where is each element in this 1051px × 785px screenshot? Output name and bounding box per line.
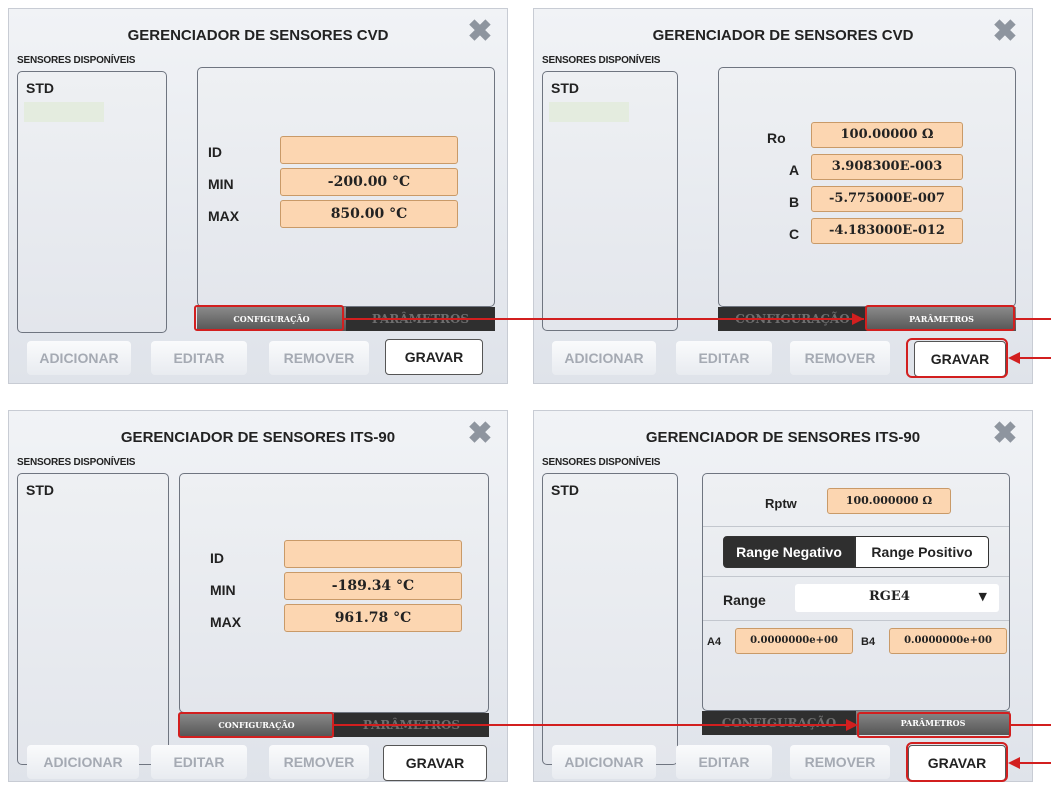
max-field[interactable]: 961.78 °C — [284, 604, 462, 632]
id-field[interactable] — [284, 540, 462, 568]
arrow-head-icon — [1008, 757, 1020, 769]
add-button[interactable]: ADICIONAR — [27, 745, 139, 779]
close-icon[interactable]: ✖ — [467, 17, 493, 47]
b-field[interactable]: -5.775000E-007 — [811, 186, 963, 212]
ro-field[interactable]: 100.00000 Ω — [811, 122, 963, 148]
arrow-head-icon — [846, 719, 858, 731]
close-icon[interactable]: ✖ — [992, 419, 1018, 449]
annotation-line — [1015, 318, 1051, 320]
range-negative-button[interactable]: Range Negativo — [723, 536, 855, 568]
close-icon[interactable]: ✖ — [467, 419, 493, 449]
c-label: C — [789, 226, 800, 242]
remove-button[interactable]: REMOVER — [790, 341, 890, 375]
tab-configuracao[interactable]: CONFIGURAÇÃO — [702, 711, 856, 735]
tab-configuracao[interactable]: CONFIGURAÇÃO — [179, 713, 334, 737]
range-label: Range — [723, 592, 766, 608]
divider — [703, 620, 1009, 621]
list-item[interactable]: STD — [26, 80, 54, 96]
list-selection-bg — [24, 102, 104, 122]
content-area: ID MIN -189.34 °C MAX 961.78 °C — [179, 473, 489, 713]
arrow-head-icon — [852, 313, 864, 325]
id-label: ID — [208, 144, 222, 160]
a-field[interactable]: 3.908300E-003 — [811, 154, 963, 180]
b-label: B — [789, 194, 800, 210]
a-label: A — [789, 162, 800, 178]
sensor-list[interactable]: STD — [17, 71, 167, 333]
remove-button[interactable]: REMOVER — [790, 745, 890, 779]
add-button[interactable]: ADICIONAR — [552, 745, 656, 779]
remove-button[interactable]: REMOVER — [269, 341, 369, 375]
annotation-line — [1011, 724, 1051, 726]
id-field[interactable] — [280, 136, 458, 164]
b4-label: B4 — [861, 636, 876, 648]
list-heading: SENSORES DISPONÍVEIS — [542, 457, 661, 468]
min-field[interactable]: -189.34 °C — [284, 572, 462, 600]
list-heading: SENSORES DISPONÍVEIS — [542, 55, 661, 66]
save-button[interactable]: GRAVAR — [383, 745, 487, 781]
divider — [703, 526, 1009, 527]
tab-configuracao[interactable]: CONFIGURAÇÃO — [197, 307, 346, 331]
page-title: GERENCIADOR DE SENSORES CVD — [127, 27, 389, 44]
range-positive-button[interactable]: Range Positivo — [855, 536, 989, 568]
divider — [703, 576, 1009, 577]
ro-label: Ro — [767, 130, 786, 146]
list-item[interactable]: STD — [551, 80, 579, 96]
tab-parametros[interactable]: PARÂMETROS — [856, 711, 1010, 735]
a4-label: A4 — [707, 636, 722, 648]
page-title: GERENCIADOR DE SENSORES ITS-90 — [645, 429, 921, 446]
panel-its90-config: GERENCIADOR DE SENSORES ITS-90 ✖ SENSORE… — [8, 410, 508, 782]
list-heading: SENSORES DISPONÍVEIS — [17, 457, 136, 468]
save-button[interactable]: GRAVAR — [914, 341, 1006, 377]
annotation-line — [334, 724, 854, 726]
arrow-head-icon — [1008, 352, 1020, 364]
id-label: ID — [210, 550, 224, 566]
range-select[interactable]: RGE4 ▼ — [795, 584, 999, 612]
b4-field[interactable]: 0.0000000e+00 — [889, 628, 1007, 654]
content-area: Ro 100.00000 Ω A 3.908300E-003 B -5.7750… — [718, 67, 1016, 307]
min-label: MIN — [208, 176, 234, 192]
panel-cvd-config: GERENCIADOR DE SENSORES CVD ✖ SENSORES D… — [8, 8, 508, 384]
c-field[interactable]: -4.183000E-012 — [811, 218, 963, 244]
max-label: MAX — [210, 614, 242, 630]
close-icon[interactable]: ✖ — [992, 17, 1018, 47]
panel-cvd-params: GERENCIADOR DE SENSORES CVD ✖ SENSORES D… — [533, 8, 1033, 384]
tab-parametros[interactable]: PARÂMETROS — [867, 307, 1016, 331]
min-field[interactable]: -200.00 °C — [280, 168, 458, 196]
min-label: MIN — [210, 582, 236, 598]
edit-button[interactable]: EDITAR — [151, 341, 247, 375]
caret-down-icon: ▼ — [978, 590, 987, 603]
rptw-label: Rptw — [765, 496, 797, 511]
max-label: MAX — [208, 208, 240, 224]
edit-button[interactable]: EDITAR — [676, 745, 772, 779]
list-heading: SENSORES DISPONÍVEIS — [17, 55, 136, 66]
sensor-list[interactable]: STD — [542, 473, 678, 765]
edit-button[interactable]: EDITAR — [151, 745, 247, 779]
annotation-line — [344, 318, 864, 320]
list-item[interactable]: STD — [26, 482, 54, 498]
sensor-list[interactable]: STD — [542, 71, 678, 331]
panel-its90-params: GERENCIADOR DE SENSORES ITS-90 ✖ SENSORE… — [533, 410, 1033, 782]
save-button[interactable]: GRAVAR — [908, 745, 1006, 781]
list-item[interactable]: STD — [551, 482, 579, 498]
page-title: GERENCIADOR DE SENSORES CVD — [652, 27, 914, 44]
content-area: Rptw 100.000000 Ω Range Negativo Range P… — [702, 473, 1010, 711]
page-title: GERENCIADOR DE SENSORES ITS-90 — [120, 429, 396, 446]
save-button[interactable]: GRAVAR — [385, 339, 483, 375]
rptw-field[interactable]: 100.000000 Ω — [827, 488, 951, 514]
edit-button[interactable]: EDITAR — [676, 341, 772, 375]
sensor-list[interactable]: STD — [17, 473, 169, 765]
list-selection-bg — [549, 102, 629, 122]
remove-button[interactable]: REMOVER — [269, 745, 369, 779]
add-button[interactable]: ADICIONAR — [27, 341, 131, 375]
a4-field[interactable]: 0.0000000e+00 — [735, 628, 853, 654]
range-select-value: RGE4 — [869, 589, 910, 604]
add-button[interactable]: ADICIONAR — [552, 341, 656, 375]
max-field[interactable]: 850.00 °C — [280, 200, 458, 228]
content-area: ID MIN -200.00 °C MAX 850.00 °C — [197, 67, 495, 307]
